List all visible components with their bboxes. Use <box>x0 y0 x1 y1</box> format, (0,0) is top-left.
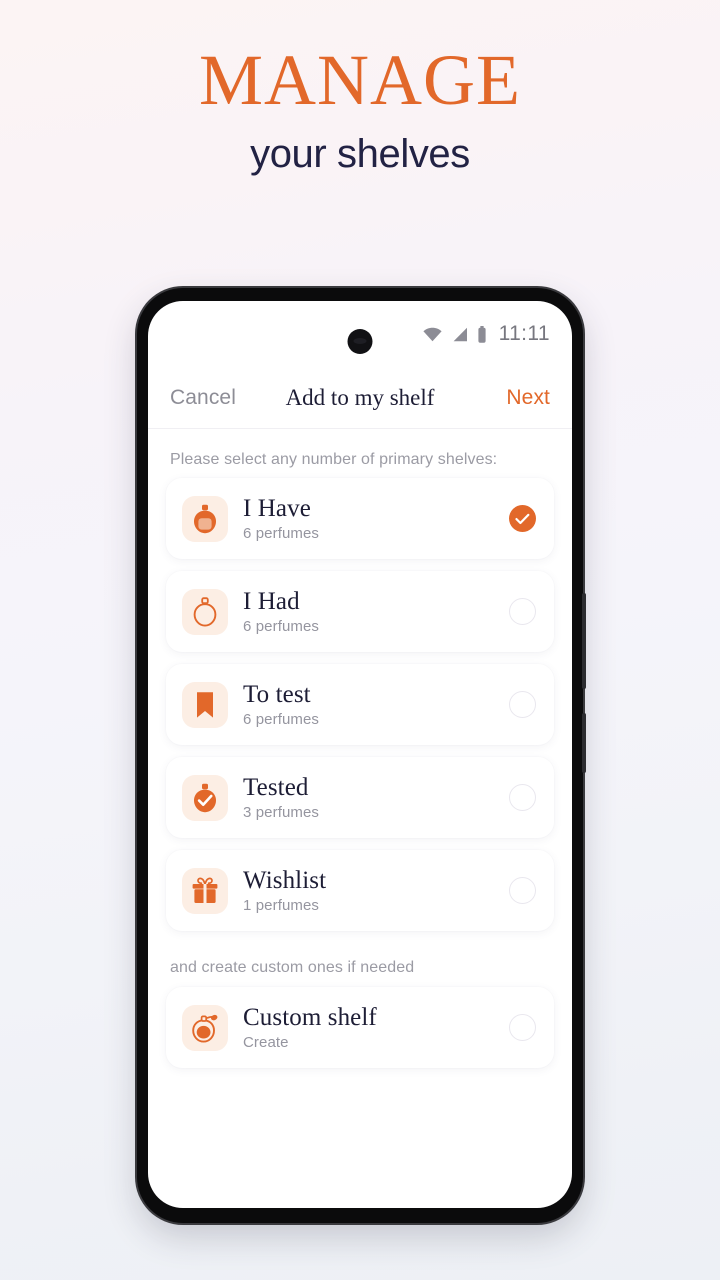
phone-screen: 11:11 Cancel Add to my shelf Next Please… <box>148 301 572 1208</box>
nav-bar: Cancel Add to my shelf Next <box>148 367 572 429</box>
promo-subheadline: your shelves <box>250 132 470 176</box>
shelf-text: I Have 6 perfumes <box>243 495 509 542</box>
perfume-bottle-outline-icon <box>193 596 217 627</box>
shelf-row-i-have[interactable]: I Have 6 perfumes <box>166 478 554 559</box>
shelf-radio-selected[interactable] <box>509 505 536 532</box>
shelf-title: To test <box>243 681 311 708</box>
bookmark-icon <box>197 691 213 718</box>
shelf-icon-tile <box>182 774 228 821</box>
check-icon <box>515 513 530 524</box>
shelf-row-tested[interactable]: Tested 3 perfumes <box>166 757 554 838</box>
phone-mockup: 11:11 Cancel Add to my shelf Next Please… <box>137 288 586 1223</box>
perfume-atomizer-icon <box>192 1014 218 1043</box>
shelf-title: Custom shelf <box>243 1004 377 1031</box>
promo-headline: MANAGE <box>199 40 521 120</box>
front-camera-icon <box>347 329 373 354</box>
shelf-icon-tile <box>182 681 228 728</box>
shelf-count: 6 perfumes <box>243 525 320 542</box>
shelf-icon-tile <box>182 588 228 635</box>
shelf-count: 1 perfumes <box>243 897 320 914</box>
shelf-radio-unselected[interactable] <box>509 877 536 904</box>
shelf-radio-unselected[interactable] <box>509 1014 536 1041</box>
shelf-action: Create <box>243 1034 289 1051</box>
shelf-row-wishlist[interactable]: Wishlist 1 perfumes <box>166 850 554 931</box>
shelf-radio-unselected[interactable] <box>509 598 536 625</box>
shelf-text: I Had 6 perfumes <box>243 588 509 635</box>
shelf-icon-tile <box>182 1004 228 1051</box>
shelf-text: To test 6 perfumes <box>243 681 509 728</box>
shelf-radio-unselected[interactable] <box>509 784 536 811</box>
promo-banner: MANAGE your shelves <box>0 0 720 174</box>
shelf-text: Wishlist 1 perfumes <box>243 867 509 914</box>
status-clock: 11:11 <box>498 322 550 345</box>
next-button[interactable]: Next <box>506 386 550 410</box>
shelf-count: 6 perfumes <box>243 618 320 635</box>
shelf-title: Tested <box>243 774 309 801</box>
custom-shelves-list: Custom shelf Create <box>166 987 554 1068</box>
custom-shelves-helper-text: and create custom ones if needed <box>170 959 415 976</box>
shelf-icon-tile <box>182 867 228 914</box>
shelf-count: 3 perfumes <box>243 804 320 821</box>
cancel-button[interactable]: Cancel <box>170 386 236 410</box>
shelf-title: Wishlist <box>243 867 327 894</box>
power-button[interactable] <box>582 713 586 773</box>
shelf-row-to-test[interactable]: To test 6 perfumes <box>166 664 554 745</box>
perfume-bottle-check-icon <box>194 783 216 812</box>
shelf-row-custom-shelf[interactable]: Custom shelf Create <box>166 987 554 1068</box>
primary-shelves-helper-text: Please select any number of primary shel… <box>170 451 498 468</box>
shelf-count: 6 perfumes <box>243 711 320 728</box>
volume-button[interactable] <box>582 593 586 689</box>
gift-icon <box>192 877 218 903</box>
shelf-row-i-had[interactable]: I Had 6 perfumes <box>166 571 554 652</box>
battery-icon <box>477 325 486 343</box>
shelf-title: I Have <box>243 495 311 522</box>
primary-shelves-list: I Have 6 perfumes I Had 6 perfumes To te… <box>166 478 554 931</box>
perfume-bottle-filled-icon <box>194 504 216 533</box>
shelf-title: I Had <box>243 588 300 615</box>
shelf-selection-content: Please select any number of primary shel… <box>148 429 572 1068</box>
cellular-signal-icon <box>453 327 467 341</box>
shelf-text: Tested 3 perfumes <box>243 774 509 821</box>
shelf-radio-unselected[interactable] <box>509 691 536 718</box>
shelf-text: Custom shelf Create <box>243 1004 509 1051</box>
wifi-icon <box>422 327 442 341</box>
shelf-icon-tile <box>182 495 228 542</box>
